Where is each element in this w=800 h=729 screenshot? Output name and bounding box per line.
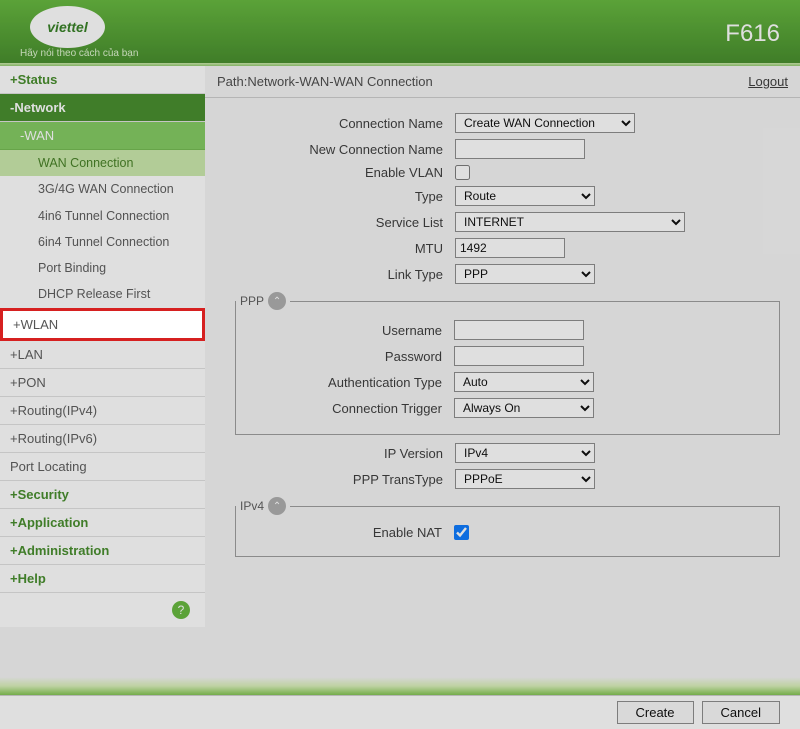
logo: viettel (30, 6, 105, 48)
conn-trigger-select[interactable]: Always On (454, 398, 594, 418)
ipv4-legend: IPv4 ⌃ (236, 497, 290, 515)
username-input[interactable] (454, 320, 584, 340)
connection-name-select[interactable]: Create WAN Connection (455, 113, 635, 133)
type-label: Type (225, 189, 455, 204)
sidebar-item-3g4g[interactable]: 3G/4G WAN Connection (0, 176, 205, 202)
sidebar-item-wan[interactable]: -WAN (0, 122, 205, 150)
link-type-label: Link Type (225, 267, 455, 282)
content: Path:Network-WAN-WAN Connection Logout C… (205, 66, 800, 627)
enable-nat-checkbox[interactable] (454, 525, 469, 540)
new-connection-name-label: New Connection Name (225, 142, 455, 157)
sidebar-item-port-locating[interactable]: Port Locating (0, 453, 205, 481)
sidebar-item-routing-ipv4[interactable]: +Routing(IPv4) (0, 397, 205, 425)
username-label: Username (236, 323, 454, 338)
sidebar-help-area: ? (0, 593, 205, 627)
chevron-up-icon[interactable]: ⌃ (268, 292, 286, 310)
help-icon[interactable]: ? (172, 601, 190, 619)
link-type-select[interactable]: PPP (455, 264, 595, 284)
breadcrumb: Path:Network-WAN-WAN Connection (217, 74, 433, 89)
cancel-button[interactable]: Cancel (702, 701, 780, 724)
logout-link[interactable]: Logout (748, 74, 788, 89)
ip-version-select[interactable]: IPv4 (455, 443, 595, 463)
connection-name-label: Connection Name (225, 116, 455, 131)
sidebar-item-administration[interactable]: +Administration (0, 537, 205, 565)
new-connection-name-input[interactable] (455, 139, 585, 159)
ppp-transtype-select[interactable]: PPPoE (455, 469, 595, 489)
enable-vlan-checkbox[interactable] (455, 165, 470, 180)
form-area: Connection Name Create WAN Connection Ne… (205, 98, 800, 575)
sidebar-item-pon[interactable]: +PON (0, 369, 205, 397)
sidebar-item-4in6[interactable]: 4in6 Tunnel Connection (0, 203, 205, 229)
auth-type-select[interactable]: Auto (454, 372, 594, 392)
logo-text: viettel (47, 19, 87, 35)
conn-trigger-label: Connection Trigger (236, 401, 454, 416)
ppp-transtype-label: PPP TransType (225, 472, 455, 487)
create-button[interactable]: Create (617, 701, 694, 724)
enable-vlan-label: Enable VLAN (225, 165, 455, 180)
mtu-input[interactable] (455, 238, 565, 258)
sidebar-item-lan[interactable]: +LAN (0, 341, 205, 369)
service-list-select[interactable]: INTERNET (455, 212, 685, 232)
enable-nat-label: Enable NAT (236, 525, 454, 540)
sidebar-item-routing-ipv6[interactable]: +Routing(IPv6) (0, 425, 205, 453)
mtu-label: MTU (225, 241, 455, 256)
chevron-up-icon[interactable]: ⌃ (268, 497, 286, 515)
ppp-fieldset: PPP ⌃ Username Password Authentication T… (235, 292, 780, 435)
sidebar-item-security[interactable]: +Security (0, 481, 205, 509)
ipv4-fieldset: IPv4 ⌃ Enable NAT (235, 497, 780, 557)
type-select[interactable]: Route (455, 186, 595, 206)
sidebar-item-wan-connection[interactable]: WAN Connection (0, 150, 205, 176)
sidebar-item-dhcp-release[interactable]: DHCP Release First (0, 281, 205, 307)
sidebar-item-status[interactable]: +Status (0, 66, 205, 94)
auth-type-label: Authentication Type (236, 375, 454, 390)
password-input[interactable] (454, 346, 584, 366)
sidebar-item-help[interactable]: +Help (0, 565, 205, 593)
path-bar: Path:Network-WAN-WAN Connection Logout (205, 66, 800, 98)
sidebar-item-wlan[interactable]: +WLAN (0, 308, 205, 341)
slogan: Hãy nói theo cách của bạn (20, 48, 138, 59)
ip-version-label: IP Version (225, 446, 455, 461)
sidebar-item-network[interactable]: -Network (0, 94, 205, 122)
sidebar: +Status -Network -WAN WAN Connection 3G/… (0, 66, 205, 627)
password-label: Password (236, 349, 454, 364)
gradient-divider (0, 677, 800, 695)
sidebar-item-6in4[interactable]: 6in4 Tunnel Connection (0, 229, 205, 255)
model-label: F616 (725, 20, 780, 48)
button-bar: Create Cancel (0, 677, 800, 729)
header: viettel Hãy nói theo cách của bạn F616 (0, 0, 800, 63)
sidebar-item-port-binding[interactable]: Port Binding (0, 255, 205, 281)
sidebar-item-application[interactable]: +Application (0, 509, 205, 537)
ppp-legend: PPP ⌃ (236, 292, 290, 310)
service-list-label: Service List (225, 215, 455, 230)
